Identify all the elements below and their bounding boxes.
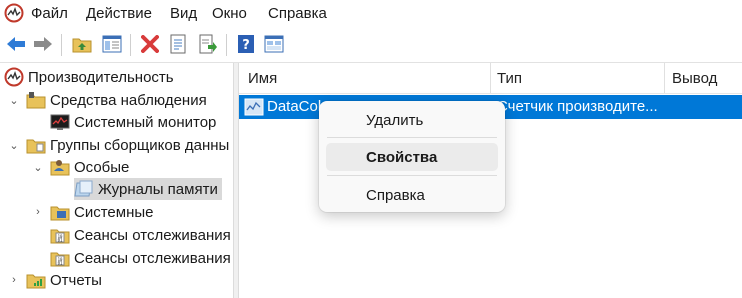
context-menu-properties[interactable]: Свойства [326, 143, 498, 171]
tree-node-label: Производительность [28, 68, 174, 86]
system-monitor-icon [50, 114, 70, 130]
chevron-down-icon[interactable]: ⌄ [8, 89, 20, 111]
menu-item-label: Удалить [366, 111, 424, 129]
column-header-name[interactable]: Имя [248, 63, 277, 93]
menu-item-label: Справка [366, 186, 425, 204]
chevron-right-icon[interactable]: › [32, 201, 44, 223]
toolbar: ? [0, 28, 742, 63]
tree-node-startup-trace-sessions[interactable]: 10 01 Сеансы отслеживания [50, 247, 231, 269]
column-header-output[interactable]: Вывод [672, 63, 717, 93]
export-icon [199, 34, 217, 54]
column-divider[interactable] [664, 63, 665, 93]
back-arrow-icon [7, 37, 25, 51]
toolbar-separator [226, 34, 227, 56]
folder-tools-icon [26, 92, 46, 109]
header-divider [239, 93, 742, 94]
context-menu-help[interactable]: Справка [326, 181, 498, 209]
tree-node-label: Сеансы отслеживания [74, 249, 231, 267]
show-hide-console-tree-button[interactable] [100, 32, 124, 56]
menu-view[interactable]: Вид [170, 5, 197, 22]
help-icon: ? [238, 35, 254, 53]
svg-text:01: 01 [58, 238, 63, 243]
folder-user-icon [50, 160, 70, 176]
menu-help[interactable]: Справка [268, 5, 327, 22]
trace-folder-icon: 1001 [50, 252, 70, 267]
properties-button[interactable] [166, 32, 190, 56]
row-name: DataCol [267, 98, 322, 115]
forward-arrow-icon [34, 37, 52, 51]
menu-separator [327, 175, 497, 176]
column-header-type[interactable]: Тип [497, 63, 522, 93]
tree-node-monitoring-tools[interactable]: Средства наблюдения [26, 89, 207, 111]
console-view-icon [264, 35, 284, 53]
column-divider[interactable] [490, 63, 491, 93]
tree-node-system-monitor[interactable]: Системный монитор [50, 111, 216, 133]
up-level-button[interactable] [70, 32, 94, 56]
context-menu: Удалить Свойства Справка [319, 101, 505, 212]
menu-window[interactable]: Окно [212, 5, 247, 22]
tree-node-label: Системные [74, 203, 154, 221]
performance-icon [4, 67, 24, 87]
show-hide-tree-icon [102, 35, 122, 53]
menu-separator [327, 137, 497, 138]
tree-node-user-defined[interactable]: Особые [50, 156, 129, 178]
folder-icon [26, 139, 46, 154]
menu-item-label: Свойства [366, 148, 438, 166]
tree-node-label: Средства наблюдения [50, 91, 207, 109]
row-type: Счетчик производите... [497, 98, 658, 115]
toolbar-separator [61, 34, 62, 56]
toolbar-separator [130, 34, 131, 56]
tree-node-label: Группы сборщиков данны [50, 136, 230, 154]
export-list-button[interactable] [196, 32, 220, 56]
console-view-button[interactable] [262, 32, 286, 56]
chevron-right-icon[interactable]: › [8, 269, 20, 291]
context-menu-delete[interactable]: Удалить [326, 106, 498, 134]
properties-icon [170, 34, 186, 54]
tree-node-reports[interactable]: Отчеты [26, 269, 102, 291]
help-button[interactable]: ? [234, 32, 258, 56]
delete-button[interactable] [138, 32, 162, 56]
tree-node-label: Сеансы отслеживания [74, 226, 231, 244]
tree-node-label: Журналы памяти [98, 180, 218, 198]
tree-node-data-collector-sets[interactable]: Группы сборщиков данны [26, 134, 229, 156]
performance-monitor-app-icon[interactable] [4, 3, 24, 23]
trace-folder-icon: 1001 [50, 229, 70, 244]
tree-node-system[interactable]: Системные [50, 201, 153, 223]
tree-node-label: Особые [74, 158, 130, 176]
tree-node-performance[interactable]: Производительность [4, 66, 174, 88]
menu-action[interactable]: Действие [86, 5, 152, 22]
folder-system-icon [50, 206, 70, 221]
forward-button[interactable] [31, 32, 55, 56]
chevron-down-icon[interactable]: ⌄ [8, 134, 20, 156]
console-tree[interactable]: Производительность ⌄ Средства наблюдения… [0, 63, 233, 298]
reports-folder-icon [26, 274, 46, 289]
tree-node-trace-sessions[interactable]: 10 01 Сеансы отслеживания [50, 224, 231, 246]
tree-node-label: Отчеты [50, 271, 102, 289]
svg-text:?: ? [242, 38, 250, 53]
tree-node-label: Системный монитор [74, 113, 217, 131]
menu-bar: Файл Действие Вид Окно Справка [0, 0, 742, 28]
delete-icon [141, 35, 159, 53]
chevron-down-icon[interactable]: ⌄ [32, 156, 44, 178]
menu-file[interactable]: Файл [31, 5, 68, 22]
svg-text:01: 01 [58, 261, 63, 266]
back-button[interactable] [4, 32, 28, 56]
tree-node-memory-logs[interactable]: Журналы памяти [74, 178, 222, 200]
data-collector-icon [244, 98, 264, 116]
collector-set-icon [74, 180, 93, 197]
up-folder-icon [72, 38, 92, 53]
